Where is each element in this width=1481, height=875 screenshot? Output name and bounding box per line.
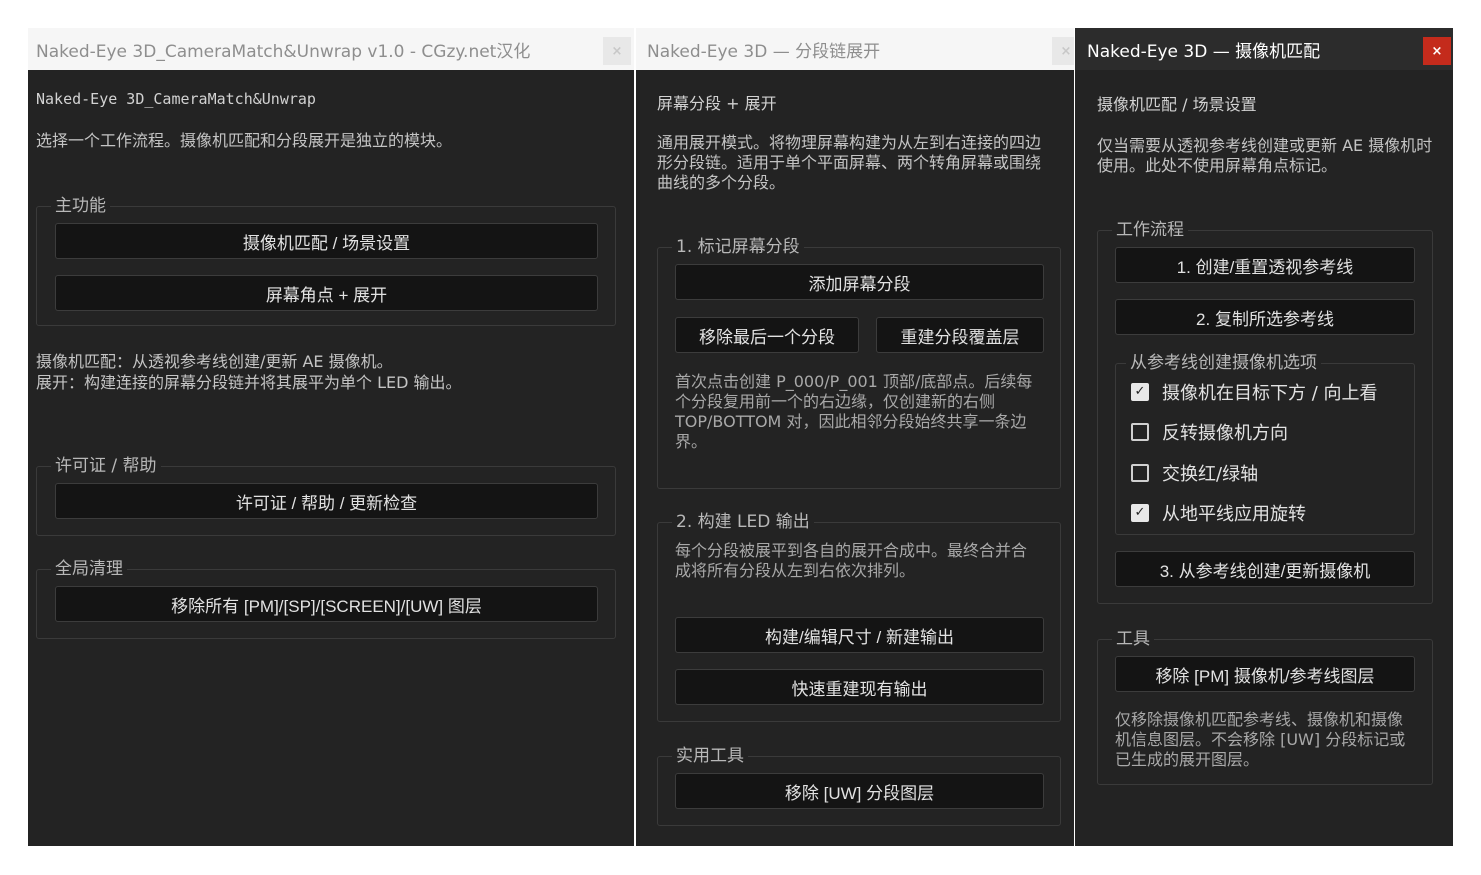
license-help-group: 许可证 / 帮助 许可证 / 帮助 / 更新检查 <box>36 455 616 536</box>
group-legend: 许可证 / 帮助 <box>51 455 161 477</box>
remove-all-layers-button[interactable]: 移除所有 [PM]/[SP]/[SCREEN]/[UW] 图层 <box>55 586 598 622</box>
checkmark-icon[interactable]: ✓ <box>1131 504 1149 522</box>
camera-match-button[interactable]: 摄像机匹配 / 场景设置 <box>55 223 598 259</box>
main-window: Naked-Eye 3D_CameraMatch&Unwrap v1.0 - C… <box>28 28 634 846</box>
main-window-title: Naked-Eye 3D_CameraMatch&Unwrap v1.0 - C… <box>36 41 531 62</box>
option-horizon-rotation[interactable]: ✓ 从地平线应用旋转 <box>1131 500 1306 526</box>
unwrap-window-titlebar[interactable]: Naked-Eye 3D — 分段链展开 × <box>636 28 1074 70</box>
quick-rebuild-button[interactable]: 快速重建现有输出 <box>675 669 1044 705</box>
option-label: 交换红/绿轴 <box>1162 464 1259 485</box>
copy-guides-button[interactable]: 2. 复制所选参考线 <box>1115 299 1415 335</box>
panel-header: 屏幕分段 + 展开 <box>657 94 777 113</box>
group-legend: 全局清理 <box>51 558 127 580</box>
unwrap-description: 展开：构建连接的屏幕分段链并将其展平为单个 LED 输出。 <box>36 373 462 392</box>
license-help-button[interactable]: 许可证 / 帮助 / 更新检查 <box>55 483 598 519</box>
global-cleanup-group: 全局清理 移除所有 [PM]/[SP]/[SCREEN]/[UW] 图层 <box>36 558 616 639</box>
mark-segments-note: 首次点击创建 P_000/P_001 顶部/底部点。后续每个分段复用前一个的右边… <box>675 372 1033 451</box>
intro-text: 仅当需要从透视参考线创建或更新 AE 摄像机时使用。此处不使用屏幕角点标记。 <box>1097 136 1433 175</box>
checkbox-icon[interactable] <box>1131 423 1149 441</box>
create-guides-button[interactable]: 1. 创建/重置透视参考线 <box>1115 247 1415 283</box>
option-invert-camera[interactable]: 反转摄像机方向 <box>1131 419 1288 445</box>
build-output-group: 2. 构建 LED 输出 每个分段被展平到各自的展开合成中。最终合并合成将所有分… <box>657 511 1061 722</box>
panel-header: Naked-Eye 3D_CameraMatch&Unwrap <box>36 90 316 108</box>
group-legend: 工作流程 <box>1112 219 1188 241</box>
tools-note: 仅移除摄像机匹配参考线、摄像机和摄像机信息图层。不会移除 [UW] 分段标记或已… <box>1115 710 1406 769</box>
group-legend: 实用工具 <box>672 745 748 767</box>
camera-match-window: Naked-Eye 3D — 摄像机匹配 × 摄像机匹配 / 场景设置 仅当需要… <box>1075 28 1453 846</box>
camera-options-group: 从参考线创建摄像机选项 ✓ 摄像机在目标下方 / 向上看 反转摄像机方向 交换红… <box>1115 352 1415 535</box>
add-segment-button[interactable]: 添加屏幕分段 <box>675 264 1044 300</box>
main-window-titlebar[interactable]: Naked-Eye 3D_CameraMatch&Unwrap v1.0 - C… <box>28 28 634 70</box>
tools-group: 工具 移除 [PM] 摄像机/参考线图层 仅移除摄像机匹配参考线、摄像机和摄像机… <box>1097 628 1433 785</box>
intro-text: 通用展开模式。将物理屏幕构建为从左到右连接的四边形分段链。适用于单个平面屏幕、两… <box>657 133 1042 192</box>
remove-pm-layers-button[interactable]: 移除 [PM] 摄像机/参考线图层 <box>1115 656 1415 692</box>
option-label: 反转摄像机方向 <box>1162 423 1288 444</box>
group-legend: 从参考线创建摄像机选项 <box>1126 352 1321 374</box>
rebuild-overlay-button[interactable]: 重建分段覆盖层 <box>876 317 1044 353</box>
group-legend: 主功能 <box>51 195 110 217</box>
unwrap-window: Naked-Eye 3D — 分段链展开 × 屏幕分段 + 展开 通用展开模式。… <box>636 28 1074 846</box>
camera-match-description: 摄像机匹配：从透视参考线创建/更新 AE 摄像机。 <box>36 352 393 371</box>
option-swap-axes[interactable]: 交换红/绿轴 <box>1131 460 1258 486</box>
intro-text: 选择一个工作流程。摄像机匹配和分段展开是独立的模块。 <box>36 131 453 150</box>
checkbox-icon[interactable] <box>1131 464 1149 482</box>
remove-uw-layers-button[interactable]: 移除 [UW] 分段图层 <box>675 773 1044 809</box>
group-legend: 2. 构建 LED 输出 <box>672 511 814 533</box>
checkmark-icon[interactable]: ✓ <box>1131 383 1149 401</box>
option-label: 摄像机在目标下方 / 向上看 <box>1162 383 1378 404</box>
remove-last-segment-button[interactable]: 移除最后一个分段 <box>675 317 859 353</box>
close-icon[interactable]: × <box>1423 37 1451 65</box>
build-output-button[interactable]: 构建/编辑尺寸 / 新建输出 <box>675 617 1044 653</box>
create-camera-button[interactable]: 3. 从参考线创建/更新摄像机 <box>1115 551 1415 587</box>
camera-match-window-title: Naked-Eye 3D — 摄像机匹配 <box>1087 41 1321 62</box>
screen-corners-unwrap-button[interactable]: 屏幕角点 + 展开 <box>55 275 598 311</box>
panel-header: 摄像机匹配 / 场景设置 <box>1097 95 1257 114</box>
option-camera-below-target[interactable]: ✓ 摄像机在目标下方 / 向上看 <box>1131 379 1378 405</box>
group-legend: 工具 <box>1112 628 1154 650</box>
utilities-group: 实用工具 移除 [UW] 分段图层 <box>657 745 1061 826</box>
group-legend: 1. 标记屏幕分段 <box>672 236 804 258</box>
close-icon[interactable]: × <box>1052 37 1074 65</box>
build-output-note: 每个分段被展平到各自的展开合成中。最终合并合成将所有分段从左到右依次排列。 <box>675 541 1028 580</box>
close-icon[interactable]: × <box>603 37 631 65</box>
workflow-group: 工作流程 1. 创建/重置透视参考线 2. 复制所选参考线 从参考线创建摄像机选… <box>1097 219 1433 604</box>
mark-segments-group: 1. 标记屏幕分段 添加屏幕分段 移除最后一个分段 重建分段覆盖层 首次点击创建… <box>657 236 1061 489</box>
unwrap-window-title: Naked-Eye 3D — 分段链展开 <box>647 41 881 62</box>
main-functions-group: 主功能 摄像机匹配 / 场景设置 屏幕角点 + 展开 <box>36 195 616 326</box>
camera-match-window-titlebar[interactable]: Naked-Eye 3D — 摄像机匹配 × <box>1075 28 1453 70</box>
option-label: 从地平线应用旋转 <box>1162 504 1306 525</box>
